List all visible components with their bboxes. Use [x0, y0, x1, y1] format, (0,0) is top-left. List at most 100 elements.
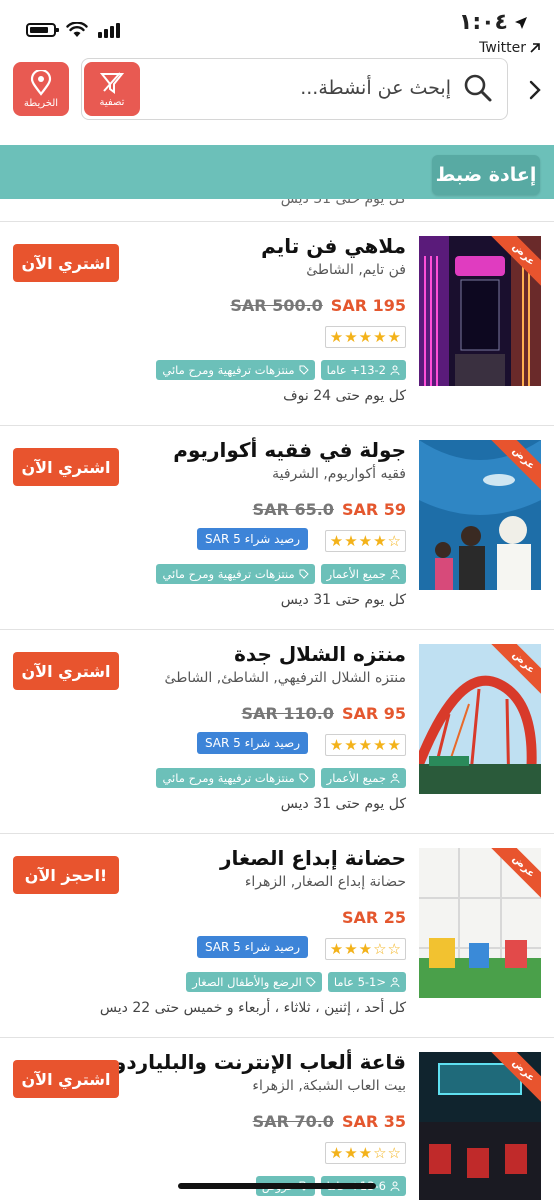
activity-location: منتزه الشلال الترفيهي, الشاطئ, الشاطئ — [164, 670, 406, 686]
partial-list-item: كل يوم حتى 31 ديس — [0, 199, 554, 221]
activity-schedule: كل يوم حتى 31 ديس — [280, 796, 406, 812]
star-rating: ★ ★ ★ ★ ★ — [324, 734, 406, 756]
activity-location: بيت العاب الشبكة, الزهراء — [252, 1078, 406, 1094]
search-bar[interactable]: تصفية إبحث عن أنشطة... — [81, 58, 508, 120]
category-tag[interactable]: منتزهات ترفيهية ومرح مائي — [156, 768, 315, 788]
star-empty-icon: ☆ — [387, 940, 401, 958]
star-filled-icon: ★ — [344, 1144, 358, 1162]
cashback-badge: رصيد شراء 5 SAR — [196, 936, 308, 958]
age-tag[interactable]: <5-1 عاما — [327, 972, 406, 992]
activity-image[interactable]: عرض — [419, 1052, 541, 1200]
back-to-app[interactable]: Twitter — [479, 40, 540, 56]
star-rating: ★ ★ ★ ☆ ☆ — [324, 938, 406, 960]
book-now-button[interactable]: !احجز الآن — [13, 856, 119, 894]
activity-card[interactable]: عرض حضانة إبداع الصغار حضانة إبداع الصغا… — [0, 833, 554, 1037]
category-tag[interactable]: الرضع والأطفال الصغار — [186, 972, 322, 992]
activity-image[interactable]: عرض — [419, 848, 541, 998]
activity-schedule: كل يوم حتى 24 نوف — [283, 388, 406, 404]
activity-location: فن تايم, الشاطئ — [306, 262, 406, 278]
category-tag[interactable]: منتزهات ترفيهية ومرح مائي — [156, 564, 315, 584]
sale-price: SAR 35 — [341, 1112, 406, 1131]
activity-card[interactable]: عرض قاعة ألعاب الإنترنت والبلياردو بيت ا… — [0, 1037, 554, 1200]
wifi-icon — [66, 22, 88, 37]
star-filled-icon: ★ — [344, 328, 358, 346]
person-icon — [390, 569, 400, 579]
tag-icon — [306, 977, 316, 987]
search-input[interactable]: إبحث عن أنشطة... — [300, 77, 451, 99]
star-empty-icon: ☆ — [373, 940, 387, 958]
star-rating: ★ ★ ★ ☆ ☆ — [324, 1142, 406, 1164]
star-empty-icon: ☆ — [373, 1144, 387, 1162]
activity-card[interactable]: عرض منتزه الشلال جدة منتزه الشلال الترفي… — [0, 629, 554, 833]
filter-toolbar: إعادة ضبط — [0, 145, 554, 199]
map-pin-icon — [30, 69, 52, 96]
filter-button-label: تصفية — [99, 96, 125, 108]
star-filled-icon: ★ — [329, 736, 344, 754]
activity-image[interactable]: عرض — [419, 440, 541, 590]
person-icon — [390, 365, 400, 375]
star-filled-icon: ★ — [329, 328, 344, 346]
star-filled-icon: ★ — [344, 532, 358, 550]
back-arrow-icon — [530, 43, 540, 53]
activity-image[interactable]: عرض — [419, 644, 541, 794]
activity-card[interactable]: عرض جولة في فقيه أكواريوم فقيه أكواريوم,… — [0, 425, 554, 629]
person-icon — [390, 773, 400, 783]
partial-schedule: كل يوم حتى 31 ديس — [280, 199, 406, 207]
activity-title[interactable]: منتزه الشلال جدة — [234, 642, 406, 666]
activity-title[interactable]: قاعة ألعاب الإنترنت والبلياردو — [114, 1050, 406, 1074]
original-price: SAR 65.0 — [252, 500, 334, 519]
buy-now-button[interactable]: اشتري الآن — [13, 448, 119, 486]
person-icon — [390, 977, 400, 987]
original-price: SAR 110.0 — [241, 704, 334, 723]
location-arrow-icon — [515, 16, 527, 29]
map-button[interactable]: الخريطة — [13, 62, 69, 116]
star-empty-icon: ☆ — [387, 532, 401, 550]
age-tag[interactable]: جميع الأعمار — [320, 768, 406, 788]
activity-title[interactable]: حضانة إبداع الصغار — [220, 846, 406, 870]
chevron-right-icon[interactable] — [528, 80, 542, 100]
filter-funnel-icon — [100, 71, 124, 94]
star-filled-icon: ★ — [329, 532, 344, 550]
activity-schedule: كل يوم حتى 31 ديس — [280, 592, 406, 608]
original-price: SAR 500.0 — [230, 296, 323, 315]
star-filled-icon: ★ — [387, 736, 401, 754]
buy-now-button[interactable]: اشتري الآن — [13, 652, 119, 690]
back-app-label[interactable]: Twitter — [479, 40, 526, 56]
buy-now-button[interactable]: اشتري الآن — [13, 244, 119, 282]
star-rating: ★ ★ ★ ★ ☆ — [324, 530, 406, 552]
activity-image[interactable]: عرض — [419, 236, 541, 386]
tag-icon — [299, 773, 309, 783]
activity-location: فقيه أكواريوم, الشرفية — [272, 466, 406, 482]
category-tag[interactable]: منتزهات ترفيهية ومرح مائي — [156, 360, 315, 380]
activity-title[interactable]: ملاهي فن تايم — [261, 234, 406, 258]
activity-title[interactable]: جولة في فقيه أكواريوم — [173, 438, 406, 462]
activity-card[interactable]: عرض ملاهي فن تايم فن تايم, الشاطئ SAR 50… — [0, 221, 554, 425]
age-tag[interactable]: 13-2+ عاما — [320, 360, 406, 380]
star-filled-icon: ★ — [387, 328, 401, 346]
star-filled-icon: ★ — [358, 328, 373, 346]
person-icon — [390, 1181, 400, 1191]
activity-list[interactable]: كل يوم حتى 31 ديس عرض ملاهي فن تايم فن ت… — [0, 199, 554, 1200]
map-button-label: الخريطة — [23, 97, 59, 109]
search-icon[interactable] — [463, 73, 493, 103]
star-empty-icon: ☆ — [387, 1144, 401, 1162]
reset-button[interactable]: إعادة ضبط — [432, 155, 540, 195]
sale-price: SAR 59 — [341, 500, 406, 519]
star-filled-icon: ★ — [358, 532, 373, 550]
tag-icon — [299, 569, 309, 579]
star-filled-icon: ★ — [344, 940, 358, 958]
filter-button[interactable]: تصفية — [84, 62, 140, 116]
sale-price: SAR 25 — [341, 908, 406, 927]
star-filled-icon: ★ — [358, 1144, 373, 1162]
star-filled-icon: ★ — [358, 736, 373, 754]
star-rating: ★ ★ ★ ★ ★ — [324, 326, 406, 348]
status-bar: ١:٠٤ Twitter — [0, 0, 554, 58]
tag-icon — [299, 365, 309, 375]
age-tag[interactable]: جميع الأعمار — [320, 564, 406, 584]
cashback-badge: رصيد شراء 5 SAR — [196, 732, 308, 754]
home-indicator — [178, 1183, 376, 1189]
cellular-signal-icon — [98, 22, 120, 38]
buy-now-button[interactable]: اشتري الآن — [13, 1060, 119, 1098]
star-filled-icon: ★ — [373, 328, 387, 346]
star-filled-icon: ★ — [373, 736, 387, 754]
